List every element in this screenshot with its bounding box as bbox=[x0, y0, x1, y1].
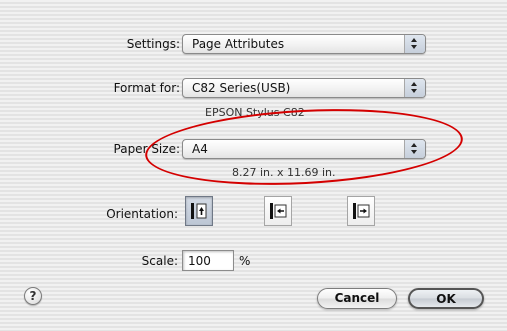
format-for-popup[interactable]: C82 Series(USB) bbox=[182, 78, 426, 98]
landscape-left-orientation-icon bbox=[270, 203, 287, 219]
orientation-label: Orientation: bbox=[106, 207, 178, 221]
paper-size-label: Paper Size: bbox=[113, 142, 180, 156]
settings-label: Settings: bbox=[126, 37, 180, 51]
paper-size-value: A4 bbox=[192, 142, 208, 156]
orientation-portrait-button[interactable] bbox=[185, 196, 213, 226]
cancel-button[interactable]: Cancel bbox=[317, 288, 397, 309]
ok-button[interactable]: OK bbox=[408, 288, 484, 309]
scale-label: Scale: bbox=[141, 254, 178, 268]
portrait-orientation-icon bbox=[191, 203, 207, 219]
landscape-right-orientation-icon bbox=[353, 203, 370, 219]
paper-dimensions: 8.27 in. x 11.69 in. bbox=[232, 166, 336, 179]
printer-description: EPSON Stylus C82 bbox=[205, 106, 305, 119]
up-down-arrows-icon bbox=[404, 35, 425, 53]
up-down-arrows-icon bbox=[404, 79, 425, 97]
scale-unit: % bbox=[239, 254, 251, 268]
settings-popup[interactable]: Page Attributes bbox=[182, 34, 426, 54]
orientation-landscape-left-button[interactable] bbox=[264, 196, 292, 226]
format-for-value: C82 Series(USB) bbox=[192, 81, 291, 95]
scale-input[interactable] bbox=[182, 250, 234, 271]
paper-size-popup[interactable]: A4 bbox=[182, 139, 426, 159]
settings-value: Page Attributes bbox=[192, 37, 285, 51]
orientation-landscape-right-button[interactable] bbox=[347, 196, 375, 226]
up-down-arrows-icon bbox=[404, 140, 425, 158]
format-for-label: Format for: bbox=[113, 81, 180, 95]
help-icon[interactable]: ? bbox=[24, 287, 42, 305]
